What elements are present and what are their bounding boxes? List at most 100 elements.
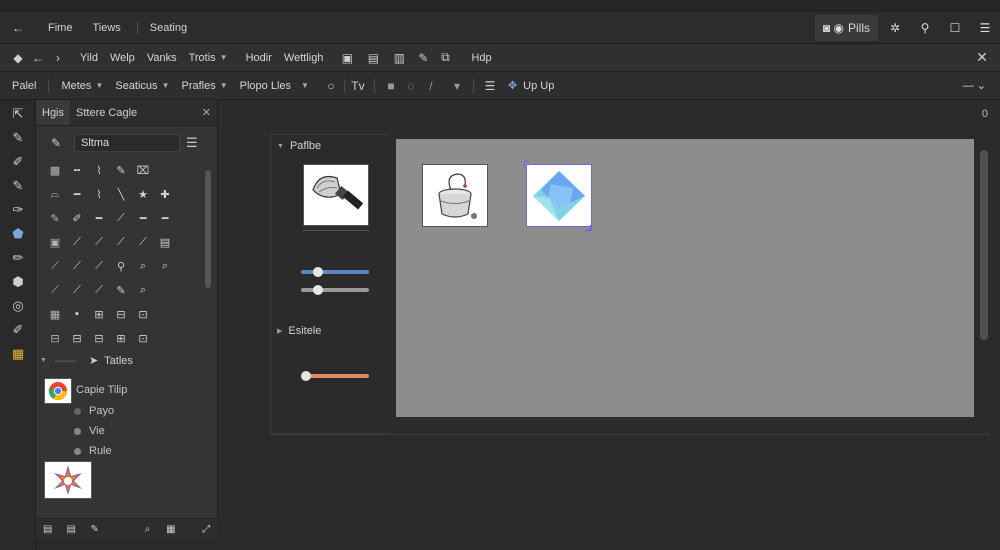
selection-handle[interactable]: [524, 161, 530, 167]
option-metes[interactable]: Metes ▼: [55, 72, 109, 99]
option-prafles[interactable]: Prafles ▼: [175, 72, 233, 99]
section-tatles[interactable]: ▼ —— ➤ Tatles: [40, 354, 210, 368]
toolbar-item-welp[interactable]: Welp: [104, 44, 141, 71]
glyph-icon[interactable]: ⊟: [110, 302, 132, 326]
option-panel[interactable]: Palel: [6, 72, 42, 99]
glyph-icon[interactable]: ✚: [154, 182, 176, 206]
glyph-icon[interactable]: ⟋: [66, 254, 88, 278]
tab-hgis[interactable]: Hgis: [36, 100, 71, 125]
profile-icon[interactable]: ⚲: [910, 12, 940, 44]
marker-tool-icon[interactable]: ✑: [0, 198, 36, 222]
list-icon[interactable]: ☰: [480, 76, 500, 96]
pen-icon[interactable]: ✎: [413, 48, 433, 68]
glyph-icon[interactable]: ▣: [44, 230, 66, 254]
option-plopo[interactable]: Plopo Lles ▼: [234, 72, 315, 99]
search-input[interactable]: [74, 134, 180, 152]
canvas-image-cup[interactable]: [422, 164, 488, 227]
menu-views[interactable]: Tiews: [86, 12, 126, 43]
glyph-icon[interactable]: ⚲: [110, 254, 132, 278]
glyph-icon[interactable]: ⊞: [110, 326, 132, 350]
item-capie-tilip[interactable]: Capie Tilip: [76, 384, 127, 396]
glyph-icon[interactable]: ╲: [110, 182, 132, 206]
toolbar-item-wettligh[interactable]: Wettligh: [278, 44, 330, 71]
close-icon[interactable]: ✕: [972, 48, 992, 68]
pencil-tool-icon[interactable]: ✐: [0, 150, 36, 174]
glyph-icon[interactable]: ⌧: [132, 158, 154, 182]
glyph-icon[interactable]: ✎: [110, 278, 132, 302]
nav-back-icon[interactable]: ←: [28, 48, 48, 68]
list-item-rule[interactable]: Rule: [74, 445, 112, 457]
layers-icon[interactable]: ▤: [36, 520, 59, 540]
glyph-icon[interactable]: ⟋: [88, 254, 110, 278]
canvas-image-diamond[interactable]: [526, 164, 592, 227]
glyph-icon[interactable]: ⟋: [66, 278, 88, 302]
glyph-icon[interactable]: ⊟: [66, 326, 88, 350]
extensions-icon[interactable]: ✲: [880, 12, 910, 44]
glyph-icon[interactable]: ⌇: [88, 158, 110, 182]
glyph-icon[interactable]: ╍: [66, 158, 88, 182]
glyph-icon[interactable]: ━: [154, 206, 176, 230]
glyph-icon[interactable]: ━: [132, 206, 154, 230]
glyph-icon[interactable]: ⌕: [132, 254, 154, 278]
plan-button[interactable]: ◙ ◉ Pills: [814, 15, 878, 41]
blue-slider[interactable]: [301, 267, 369, 277]
glyph-icon[interactable]: ⟋: [44, 254, 66, 278]
grid-icon[interactable]: ▦: [159, 520, 182, 540]
glyph-icon[interactable]: ⊟: [88, 326, 110, 350]
glyph-icon[interactable]: ⊟: [44, 326, 66, 350]
glyph-icon[interactable]: ▪: [66, 302, 88, 326]
copy-icon[interactable]: ⧉: [435, 48, 455, 68]
selection-handle[interactable]: [586, 225, 592, 231]
fill-tool-icon[interactable]: ⬢: [0, 270, 36, 294]
pen-tool-icon[interactable]: ✎: [0, 174, 36, 198]
chevron-down-icon[interactable]: ▾: [447, 76, 467, 96]
frame-icon[interactable]: ▣: [337, 48, 357, 68]
slider-knob[interactable]: [301, 371, 311, 381]
glyph-icon[interactable]: ▤: [154, 230, 176, 254]
chart-tool-icon[interactable]: ▦: [0, 342, 36, 366]
vertical-scrollbar[interactable]: [980, 150, 988, 340]
circle-icon[interactable]: ○: [321, 76, 341, 96]
tool-thumbnail[interactable]: [303, 164, 369, 226]
toolbar-item-vanks[interactable]: Vanks: [141, 44, 183, 71]
glyph-icon[interactable]: ▦: [44, 302, 66, 326]
glyph-icon[interactable]: ✐: [66, 206, 88, 230]
glyph-icon[interactable]: ▩: [44, 158, 66, 182]
ellipse-icon[interactable]: ◌: [401, 76, 421, 96]
brush-tool-icon[interactable]: ✎: [0, 126, 36, 150]
glyph-icon[interactable]: ⌕: [154, 254, 176, 278]
line-icon[interactable]: /: [421, 76, 441, 96]
toolbar-item-help[interactable]: Hdp: [465, 44, 497, 71]
target-tool-icon[interactable]: ◎: [0, 294, 36, 318]
edit-icon[interactable]: ✎: [83, 520, 106, 540]
shape-tool-icon[interactable]: ⬟: [0, 222, 36, 246]
back-arrow-icon[interactable]: ←: [8, 18, 28, 38]
search-icon[interactable]: ⌕: [136, 520, 159, 540]
canvas[interactable]: [396, 139, 974, 417]
glyph-icon[interactable]: ⌇: [88, 182, 110, 206]
expand-icon[interactable]: ⤢: [195, 520, 218, 540]
toolbar-item-yild[interactable]: Yild: [74, 44, 104, 71]
glyph-icon[interactable]: ⟋: [88, 278, 110, 302]
glyph-icon[interactable]: ⟋: [44, 278, 66, 302]
grid-icon[interactable]: ▥: [389, 48, 409, 68]
diamond-icon[interactable]: ◆: [8, 48, 28, 68]
tab-sttere-cagle[interactable]: Sttere Cagle: [70, 100, 143, 125]
group-esitele[interactable]: ▶ Esitele: [277, 325, 321, 337]
gray-slider[interactable]: [301, 285, 369, 295]
toolbar2-menu[interactable]: — ⌄: [957, 72, 992, 99]
star-logo-thumbnail[interactable]: [44, 461, 92, 499]
glyph-icon[interactable]: ⊡: [132, 326, 154, 350]
glyph-icon[interactable]: ⟋: [88, 230, 110, 254]
square-icon[interactable]: ■: [381, 76, 401, 96]
glyph-icon[interactable]: ✎: [44, 206, 66, 230]
toolbar-item-hodir[interactable]: Hodir: [240, 44, 278, 71]
eraser-tool-icon[interactable]: ✏: [0, 246, 36, 270]
text-tool-icon[interactable]: Tv: [348, 76, 368, 96]
up-button[interactable]: ✥ Up Up: [502, 72, 560, 99]
menu-icon[interactable]: ☰: [970, 12, 1000, 44]
slider-knob[interactable]: [313, 285, 323, 295]
list-item-vie[interactable]: Vie: [74, 425, 105, 437]
glyph-icon[interactable]: ⟋: [132, 230, 154, 254]
list-item-payo[interactable]: Payo: [74, 405, 114, 417]
